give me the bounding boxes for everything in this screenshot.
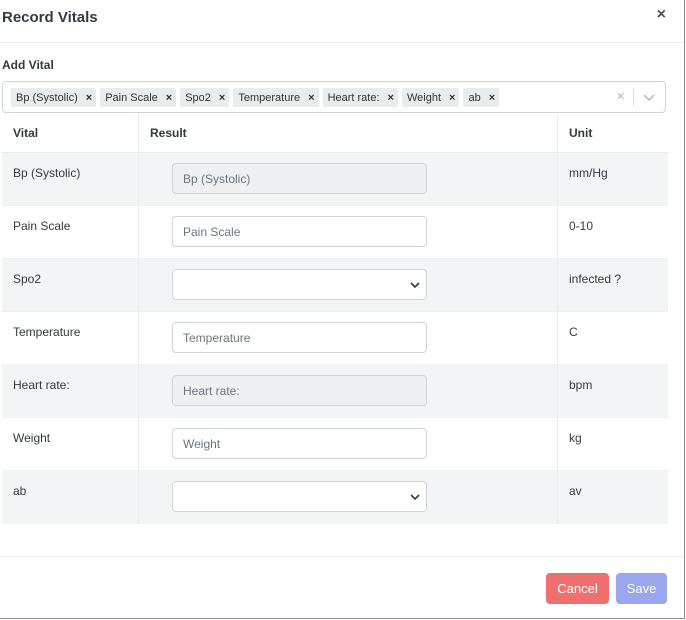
remove-tag-icon[interactable]: × bbox=[489, 92, 495, 104]
vital-unit: C bbox=[557, 311, 668, 365]
vital-unit: bpm bbox=[557, 364, 668, 418]
vital-name: Bp (Systolic) bbox=[2, 152, 139, 206]
vital-row: Heart rate: bpm bbox=[2, 364, 668, 418]
vital-result-select[interactable] bbox=[172, 269, 427, 300]
vital-name: ab bbox=[2, 470, 139, 524]
selected-vital-tag: Pain Scale × bbox=[100, 88, 177, 107]
vital-row: Temperature C bbox=[2, 311, 668, 365]
vital-row: Bp (Systolic) mm/Hg bbox=[2, 152, 668, 206]
vital-name: Spo2 bbox=[2, 258, 139, 312]
column-header-vital: Vital bbox=[2, 114, 139, 153]
selected-vital-tag: Bp (Systolic) × bbox=[11, 88, 97, 107]
vital-unit: 0-10 bbox=[557, 205, 668, 259]
remove-tag-icon[interactable]: × bbox=[449, 92, 455, 104]
column-header-unit: Unit bbox=[557, 114, 668, 153]
vital-unit: av bbox=[557, 470, 668, 524]
vital-result-cell bbox=[138, 205, 558, 259]
vitals-table: Vital Result Unit Bp (Systolic)mm/HgPain… bbox=[2, 114, 668, 524]
tag-label: Spo2 bbox=[185, 91, 211, 104]
modal-title: Record Vitals bbox=[2, 9, 98, 26]
remove-tag-icon[interactable]: × bbox=[219, 92, 225, 104]
vital-row: Spo2 infected ? bbox=[2, 258, 668, 312]
vital-row: Weight kg bbox=[2, 417, 668, 471]
add-vital-multiselect[interactable]: Bp (Systolic) × Pain Scale × Spo2 × Temperatur… bbox=[2, 81, 666, 113]
tag-label: Weight bbox=[406, 91, 442, 104]
vital-name: Heart rate: bbox=[2, 364, 139, 418]
vital-row: Pain Scale 0-10 bbox=[2, 205, 668, 259]
close-icon[interactable]: × bbox=[657, 7, 666, 23]
vital-result-input[interactable] bbox=[172, 216, 427, 247]
vital-result-cell bbox=[138, 311, 558, 365]
vital-name: Temperature bbox=[2, 311, 139, 365]
vital-unit: mm/Hg bbox=[557, 152, 668, 206]
tag-label: Pain Scale bbox=[105, 91, 158, 104]
chevron-down-icon bbox=[410, 282, 420, 289]
cancel-button[interactable]: Cancel bbox=[546, 573, 609, 604]
add-vital-label: Add Vital bbox=[2, 58, 54, 72]
chevron-down-icon bbox=[410, 494, 420, 501]
vital-result-cell bbox=[138, 364, 558, 418]
clear-all-icon[interactable]: × bbox=[616, 88, 625, 105]
record-vitals-modal: Record Vitals × Add Vital Bp (Systolic) ×… bbox=[0, 0, 685, 619]
selected-vital-tag: ab × bbox=[463, 88, 500, 107]
vital-result-cell bbox=[138, 152, 558, 206]
vital-row: ab av bbox=[2, 470, 668, 524]
selected-vital-tags: Bp (Systolic) × Pain Scale × Spo2 × Temperatur… bbox=[11, 88, 500, 107]
selected-vital-tag: Weight × bbox=[401, 88, 460, 107]
remove-tag-icon[interactable]: × bbox=[388, 92, 394, 104]
vital-unit: infected ? bbox=[557, 258, 668, 312]
vital-result-input[interactable] bbox=[172, 375, 427, 406]
vital-name: Weight bbox=[2, 417, 139, 471]
vital-result-cell bbox=[138, 417, 558, 471]
tag-label: Bp (Systolic) bbox=[16, 91, 78, 104]
selected-vital-tag: Temperature × bbox=[233, 88, 319, 107]
selected-vital-tag: Heart rate: × bbox=[322, 88, 398, 107]
vital-result-input[interactable] bbox=[172, 163, 427, 194]
vital-result-input[interactable] bbox=[172, 322, 427, 353]
vital-unit: kg bbox=[557, 417, 668, 471]
selected-vital-tag: Spo2 × bbox=[180, 88, 230, 107]
modal-footer: Cancel Save bbox=[0, 556, 684, 619]
vital-result-select[interactable] bbox=[172, 481, 427, 512]
vital-result-cell bbox=[138, 470, 558, 524]
vital-name: Pain Scale bbox=[2, 205, 139, 259]
tag-label: Heart rate: bbox=[327, 91, 380, 104]
multiselect-separator bbox=[633, 89, 634, 106]
column-header-result: Result bbox=[138, 114, 558, 153]
tag-label: ab bbox=[468, 91, 481, 104]
vital-result-cell bbox=[138, 258, 558, 312]
remove-tag-icon[interactable]: × bbox=[308, 92, 314, 104]
remove-tag-icon[interactable]: × bbox=[166, 92, 172, 104]
table-header-row: Vital Result Unit bbox=[2, 114, 668, 153]
tag-label: Temperature bbox=[238, 91, 301, 104]
remove-tag-icon[interactable]: × bbox=[86, 92, 92, 104]
vital-result-input[interactable] bbox=[172, 428, 427, 459]
save-button[interactable]: Save bbox=[616, 573, 667, 604]
chevron-down-icon[interactable] bbox=[641, 89, 657, 105]
modal-header: Record Vitals × bbox=[0, 0, 684, 43]
